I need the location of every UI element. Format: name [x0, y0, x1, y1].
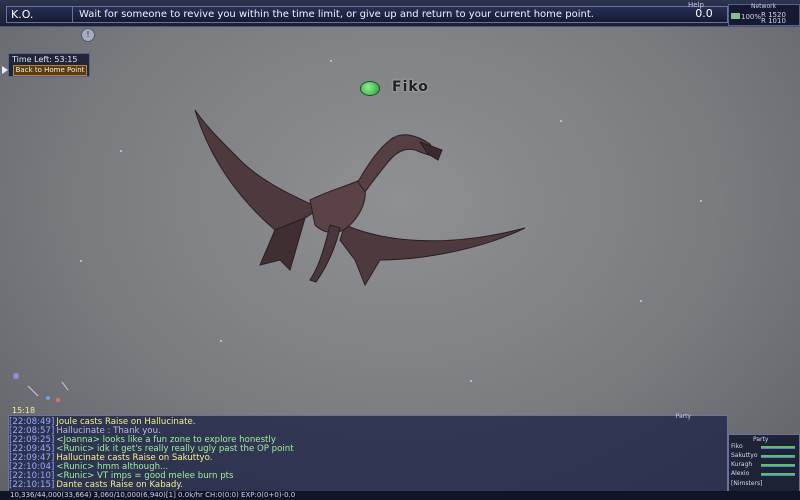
snow-particle [560, 120, 562, 122]
green-orb-icon [360, 81, 380, 96]
party-member[interactable]: Sakuttyo [731, 452, 797, 459]
network-percent: 100% [741, 13, 762, 21]
exp-status-bar: 10,336/44,000(33,664) 3,060/10,000(6,940… [0, 491, 800, 500]
target-name[interactable]: Fiko [392, 79, 429, 95]
snow-particle [640, 300, 642, 302]
network-label: Network [751, 3, 777, 10]
help-value: 0.0 [695, 7, 713, 20]
snow-particle [220, 340, 222, 342]
chat-tab-label: Party [675, 413, 691, 420]
party-member[interactable]: Fiko [731, 443, 797, 450]
network-panel: Network 100% R 1520 R 1010 [728, 3, 800, 26]
revive-timer-panel: Time Left: 53:15 Back to Home Point [8, 53, 90, 77]
top-status-bar: K.O. Wait for someone to revive you with… [0, 0, 800, 27]
party-member[interactable]: Kuragh [731, 461, 797, 468]
chat-line: [22:10:15] Dante casts Raise on Kabady. [9, 480, 183, 490]
system-message: Wait for someone to revive you within th… [72, 6, 728, 23]
snow-particle [120, 150, 122, 152]
chat-log[interactable]: Party [22:08:49] Joule casts Raise on Hal… [8, 413, 728, 493]
snow-particle [700, 200, 702, 202]
party-panel[interactable]: Party Fiko Sakuttyo Kuragh Alexio [Nimst… [728, 434, 800, 492]
network-r2: R 1010 [761, 17, 786, 25]
compass-icon [13, 373, 69, 402]
alert-icon[interactable]: ! [81, 28, 95, 42]
party-member[interactable]: Alexio [731, 470, 797, 477]
party-footer: [Nimsters] [731, 480, 763, 487]
home-point-button[interactable]: Back to Home Point [13, 65, 87, 76]
ko-status-label: K.O. [6, 6, 74, 23]
network-icon [731, 13, 740, 19]
snow-particle [470, 380, 472, 382]
party-label: Party [753, 436, 769, 443]
snow-particle [80, 260, 82, 262]
game-clock: 15:18 [12, 406, 36, 415]
wyvern-creature[interactable] [180, 100, 540, 300]
snow-particle [330, 60, 332, 62]
time-left-text: Time Left: 53:15 [12, 55, 78, 64]
